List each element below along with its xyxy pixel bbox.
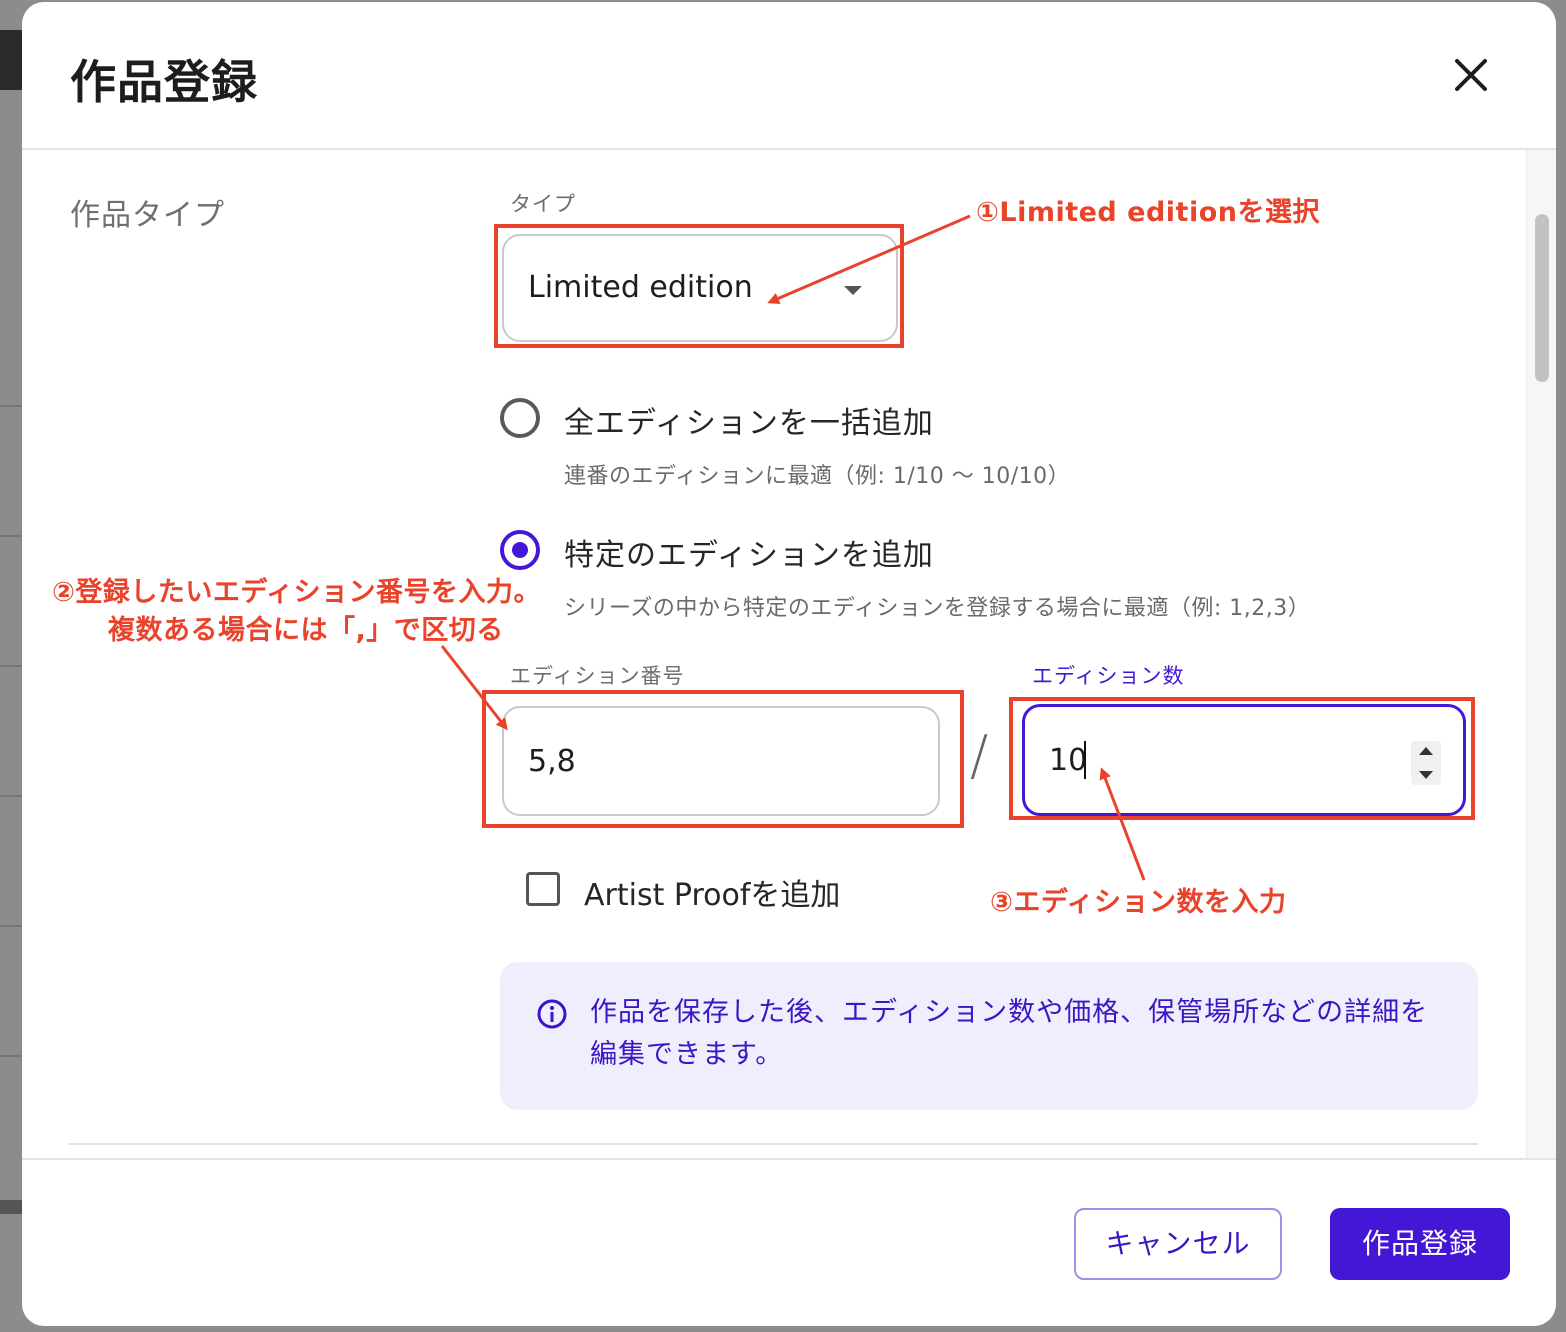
annotation-arrow xyxy=(1099,767,1146,881)
annotation-arrow xyxy=(440,645,508,731)
annotation-arrows xyxy=(440,214,1146,881)
annotation-arrow xyxy=(767,214,971,304)
